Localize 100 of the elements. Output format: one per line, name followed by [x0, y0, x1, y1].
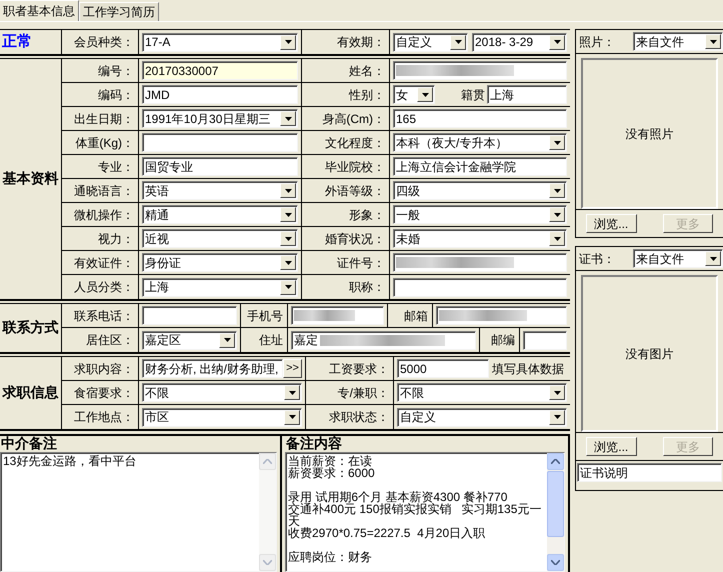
- field-label: 邮编: [491, 332, 515, 349]
- text-area[interactable]: 13好先金运路，看中平台: [0, 452, 277, 572]
- dropdown-button[interactable]: [280, 231, 296, 246]
- combo-box[interactable]: 精通: [142, 205, 298, 224]
- text-field[interactable]: 20170330007: [142, 61, 298, 80]
- more-button: 更多: [662, 214, 713, 233]
- hint-text: 填写具体数据: [492, 360, 564, 378]
- text-field[interactable]: [142, 133, 298, 152]
- combo-box[interactable]: 不限: [142, 383, 302, 402]
- text-field[interactable]: [393, 278, 567, 296]
- text-field[interactable]: 上海: [487, 85, 567, 104]
- field-label: 证件号：: [337, 254, 385, 272]
- dropdown-button[interactable]: [450, 34, 466, 50]
- combo-box[interactable]: 近视: [142, 229, 298, 248]
- text-field[interactable]: JMD: [142, 85, 298, 104]
- field-label: 证书：: [579, 250, 616, 268]
- combo-box[interactable]: 本科（夜大/专升本）: [393, 133, 567, 152]
- browse-button[interactable]: 浏览...: [586, 437, 636, 456]
- dropdown-button[interactable]: [280, 207, 296, 222]
- dropdown-button[interactable]: [219, 332, 235, 348]
- dropdown-button[interactable]: [280, 34, 296, 50]
- dropdown-button[interactable]: [280, 111, 296, 126]
- text-field[interactable]: [142, 306, 237, 325]
- dropdown-button[interactable]: [549, 410, 565, 424]
- text-field[interactable]: 国贸专业: [142, 157, 298, 176]
- dropdown-button[interactable]: [549, 135, 565, 150]
- dropdown-button[interactable]: [549, 231, 565, 246]
- note-line: 录用 试用期6个月 基本薪资4300 餐补770: [288, 491, 508, 503]
- field-label: 工资要求：: [329, 360, 389, 378]
- section-title: 求职信息: [1, 384, 60, 402]
- combo-box[interactable]: 身份证: [142, 253, 298, 272]
- text-field[interactable]: [393, 253, 567, 272]
- combo-box[interactable]: 四级: [393, 181, 567, 200]
- combo-box[interactable]: 1991年10月30日星期三: [142, 109, 298, 128]
- dropdown-button[interactable]: [280, 280, 296, 294]
- text-field[interactable]: 财务分析, 出纳/财务助理,: [142, 359, 283, 378]
- tab[interactable]: 职者基本信息: [0, 0, 79, 21]
- text-field[interactable]: 嘉定: [291, 330, 476, 350]
- dropdown-button[interactable]: [705, 34, 721, 49]
- text-field[interactable]: [523, 330, 567, 350]
- combo-box[interactable]: 未婚: [393, 229, 567, 248]
- field-label: 会员种类：: [74, 34, 134, 51]
- combo-box[interactable]: 上海: [142, 278, 298, 296]
- dropdown-button[interactable]: [417, 87, 433, 102]
- dropdown-button[interactable]: [280, 255, 296, 270]
- text-field[interactable]: [291, 306, 384, 325]
- group-title: 备注内容: [285, 436, 343, 452]
- text-field[interactable]: 上海立信会计金融学院: [393, 157, 567, 176]
- combo-box[interactable]: 英语: [142, 181, 298, 200]
- combo-box[interactable]: 自定义: [393, 32, 468, 52]
- note-line: 应聘岗位：财务: [288, 551, 373, 563]
- combo-box[interactable]: 一般: [393, 205, 567, 224]
- combo-box[interactable]: 来自文件: [633, 249, 723, 268]
- text-area[interactable]: 当前薪资：在读 薪资要求：6000 录用 试用期6个月 基本薪资4300 餐补770 交通补400元 150报销实报实销 实习期135元一 天 收费2970*0.75=2227.5 4月20日入职 应聘岗位：财务: [285, 452, 565, 572]
- dropdown-button[interactable]: [549, 183, 565, 198]
- field-label: 出生日期：: [74, 110, 134, 128]
- tab[interactable]: 工作学习简历: [79, 2, 159, 21]
- field-label: 身高(Cm)：: [322, 110, 385, 128]
- field-label: 外语等级：: [325, 182, 385, 200]
- text-field[interactable]: [436, 306, 567, 325]
- dropdown-button[interactable]: [549, 385, 565, 400]
- field-label: 求职状态：: [329, 409, 389, 426]
- expand-button[interactable]: >>: [283, 359, 302, 378]
- caret-icon: [422, 92, 428, 96]
- text-field[interactable]: [393, 61, 567, 80]
- caret-icon: [288, 415, 296, 419]
- text-field[interactable]: 证书说明: [577, 463, 722, 482]
- dropdown-button[interactable]: [549, 207, 565, 222]
- caret-icon: [554, 415, 560, 419]
- caret-icon: [554, 390, 560, 394]
- text-field[interactable]: 165: [393, 109, 567, 128]
- combo-box[interactable]: 女: [393, 85, 435, 104]
- dropdown-button[interactable]: [549, 34, 565, 50]
- caret-icon: [454, 40, 462, 44]
- combo-box[interactable]: 市区: [142, 408, 302, 426]
- caret-icon: [710, 40, 716, 44]
- field-label: 工作地点：: [74, 409, 134, 426]
- caret-icon: [284, 285, 292, 289]
- dropdown-button[interactable]: [705, 251, 721, 266]
- combo-box[interactable]: 来自文件: [633, 32, 723, 51]
- dropdown-button[interactable]: [284, 385, 300, 400]
- combo-box[interactable]: 2018- 3-29: [472, 32, 567, 52]
- caret-icon: [554, 188, 560, 192]
- combo-box[interactable]: 嘉定区: [142, 330, 237, 350]
- field-label: 编号：: [98, 62, 134, 80]
- browse-button[interactable]: 浏览...: [586, 214, 636, 233]
- scrollbar[interactable]: [547, 453, 564, 571]
- combo-box[interactable]: 17-A: [142, 32, 298, 52]
- dropdown-button[interactable]: [280, 183, 296, 198]
- caret-icon: [224, 338, 230, 342]
- empty-image-text: 没有照片: [626, 126, 674, 142]
- text-field[interactable]: 5000: [397, 359, 489, 378]
- field-label: 邮箱: [404, 308, 428, 324]
- field-label: 居住区：: [86, 332, 134, 349]
- dropdown-button[interactable]: [284, 410, 300, 424]
- combo-box[interactable]: 不限: [397, 383, 567, 402]
- combo-box[interactable]: 自定义: [397, 408, 567, 426]
- field-label: 专业：: [98, 158, 134, 176]
- field-label: 婚育状况：: [325, 230, 385, 248]
- section-title: 联系方式: [1, 318, 60, 338]
